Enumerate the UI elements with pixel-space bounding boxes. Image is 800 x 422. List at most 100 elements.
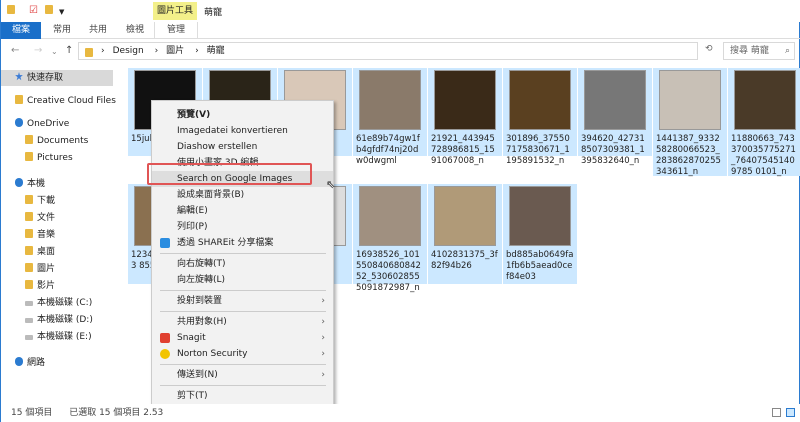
forward-icon[interactable]: → — [34, 45, 42, 56]
menu-item-label: 透過 SHAREit 分享檔案 — [177, 238, 274, 248]
menu-item-label: 列印(P) — [177, 222, 208, 232]
up-icon[interactable]: ↑ — [65, 45, 73, 56]
chevron-right-icon: › — [321, 349, 325, 359]
context-menu-item[interactable]: 向左旋轉(L) — [152, 272, 333, 288]
sidebar-item[interactable]: 本機磁碟 (C:) — [1, 295, 113, 311]
context-menu-item[interactable]: Norton Security › — [152, 346, 333, 362]
chevron-right-icon: › — [321, 333, 325, 343]
context-menu-item[interactable]: Diashow erstellen — [152, 139, 333, 155]
tab-manage[interactable]: 管理 — [154, 22, 198, 39]
context-menu-item[interactable]: Snagit › — [152, 330, 333, 346]
file-name: 4102831375_3f82f94b26 — [431, 250, 498, 271]
refresh-icon[interactable]: ⟲ — [705, 44, 713, 54]
sidebar-item[interactable]: 影片 — [1, 278, 113, 294]
context-menu-item[interactable]: 剪下(T) — [152, 388, 333, 404]
sidebar-item[interactable]: 圖片 — [1, 261, 113, 277]
address-bar[interactable]: › Design › 圖片 › 萌寵 — [78, 42, 698, 60]
recent-locations-icon[interactable]: ⌄ — [51, 47, 58, 56]
context-menu-item[interactable]: 投射到裝置 › — [152, 293, 333, 309]
menu-item-label: 向左旋轉(L) — [177, 275, 226, 285]
folder-icon — [7, 5, 19, 16]
search-placeholder: 搜尋 萌寵 — [730, 46, 769, 56]
file-item[interactable]: 394620_427318507309381_1395832640_n — [578, 68, 652, 166]
tab-file[interactable]: 檔案 — [1, 22, 41, 39]
item-count: 15 個項目 — [11, 408, 53, 418]
search-icon: ⌕ — [784, 46, 790, 56]
sidebar-item[interactable]: 本機 — [1, 176, 113, 192]
sidebar-item[interactable]: 快速存取 — [1, 70, 113, 86]
file-name: 301896_375507175830671_1195891532_n — [506, 134, 570, 166]
context-menu-item[interactable]: 編輯(E) — [152, 203, 333, 219]
breadcrumb-pictures[interactable]: 圖片 — [166, 46, 184, 56]
file-item[interactable]: 4102831375_3f82f94b26 — [428, 184, 502, 284]
sidebar-item[interactable]: 桌面 — [1, 244, 113, 260]
file-item[interactable]: 61e89b74gw1fb4gfdf74nj20dw0dwgml — [353, 68, 427, 166]
file-name: 21921_443945728986815_1591067008_n — [431, 134, 495, 166]
shareit-icon — [160, 238, 170, 248]
new-folder-icon[interactable] — [45, 5, 57, 16]
drive-icon — [25, 335, 33, 340]
file-name: 11880663_743370035775271_764075451409785… — [731, 134, 796, 177]
details-view-icon[interactable] — [772, 408, 781, 417]
image-thumbnail — [659, 70, 721, 130]
menu-item-label: 投射到裝置 — [177, 296, 223, 306]
picture-tools-tab[interactable]: 圖片工具 — [153, 2, 197, 20]
window-title: 萌寵 — [204, 8, 223, 18]
sidebar-item[interactable]: 本機磁碟 (D:) — [1, 312, 113, 328]
tab-share[interactable]: 共用 — [79, 22, 117, 39]
sidebar-item[interactable]: 音樂 — [1, 227, 113, 243]
music-folder-icon — [25, 229, 33, 238]
sidebar-item-label: Documents — [37, 136, 89, 146]
sidebar-item-label: 桌面 — [37, 247, 56, 257]
back-icon[interactable]: ← — [11, 45, 19, 56]
context-menu-item[interactable]: 向右旋轉(T) — [152, 256, 333, 272]
breadcrumb-separator: › — [195, 46, 199, 56]
file-name: 61e89b74gw1fb4gfdf74nj20dw0dwgml — [356, 134, 420, 166]
folder-icon — [25, 135, 33, 144]
sidebar-item[interactable]: 網路 — [1, 355, 113, 371]
properties-icon[interactable]: ☑ — [29, 5, 38, 16]
sidebar-item[interactable]: OneDrive — [1, 116, 113, 132]
sidebar-item[interactable]: Documents — [1, 133, 113, 149]
image-thumbnail — [434, 186, 496, 246]
folder-icon — [25, 152, 33, 161]
file-item[interactable]: 16938526_10155084068084252_5306028555091… — [353, 184, 427, 293]
file-item[interactable]: 301896_375507175830671_1195891532_n — [503, 68, 577, 166]
file-item[interactable]: 21921_443945728986815_1591067008_n — [428, 68, 502, 166]
image-thumbnail — [734, 70, 796, 130]
context-menu-item[interactable]: 傳送到(N) › — [152, 367, 333, 383]
context-menu-item[interactable]: 透過 SHAREit 分享檔案 — [152, 235, 333, 251]
ribbon-tabs: 檔案 常用 共用 檢視 管理 — [1, 22, 800, 39]
chevron-right-icon: › — [321, 370, 325, 380]
image-thumbnail — [359, 70, 421, 130]
breadcrumb-pets[interactable]: 萌寵 — [207, 46, 225, 56]
sidebar-item[interactable]: Pictures — [1, 150, 113, 166]
large-icons-view-icon[interactable] — [786, 408, 795, 417]
context-menu-item[interactable]: 設成桌面背景(B) — [152, 187, 333, 203]
image-thumbnail — [584, 70, 646, 130]
file-item[interactable]: 1441387_933258280066523_2838628702553436… — [653, 68, 727, 177]
sidebar-item[interactable]: Creative Cloud Files — [1, 93, 116, 109]
sidebar-item-label: 音樂 — [37, 230, 56, 240]
tab-home[interactable]: 常用 — [43, 22, 81, 39]
image-thumbnail — [434, 70, 496, 130]
file-item[interactable]: bd885ab0649fa1fb6b5aead0cef84e03 — [503, 184, 577, 284]
folder-icon — [85, 46, 101, 62]
context-menu-item[interactable]: 共用對象(H) › — [152, 314, 333, 330]
breadcrumb-design[interactable]: Design — [113, 46, 144, 56]
search-input[interactable]: 搜尋 萌寵 ⌕ — [723, 42, 795, 60]
file-item[interactable]: 11880663_743370035775271_764075451409785… — [728, 68, 800, 177]
sidebar-item-label: 影片 — [37, 281, 56, 291]
breadcrumb-separator: › — [154, 46, 159, 56]
context-menu-item[interactable]: 預覽(V) — [152, 107, 333, 123]
sidebar-item-label: 本機磁碟 (C:) — [37, 298, 93, 308]
sidebar-item[interactable]: 文件 — [1, 210, 113, 226]
star-icon — [15, 72, 23, 81]
sidebar-item[interactable]: 下載 — [1, 193, 113, 209]
drive-icon — [25, 301, 33, 306]
context-menu-item[interactable]: 列印(P) — [152, 219, 333, 235]
tab-view[interactable]: 檢視 — [116, 22, 154, 39]
context-menu-item[interactable]: Imagedatei konvertieren — [152, 123, 333, 139]
customize-toolbar-icon[interactable]: ▼ — [59, 8, 64, 16]
sidebar-item[interactable]: 本機磁碟 (E:) — [1, 329, 113, 345]
